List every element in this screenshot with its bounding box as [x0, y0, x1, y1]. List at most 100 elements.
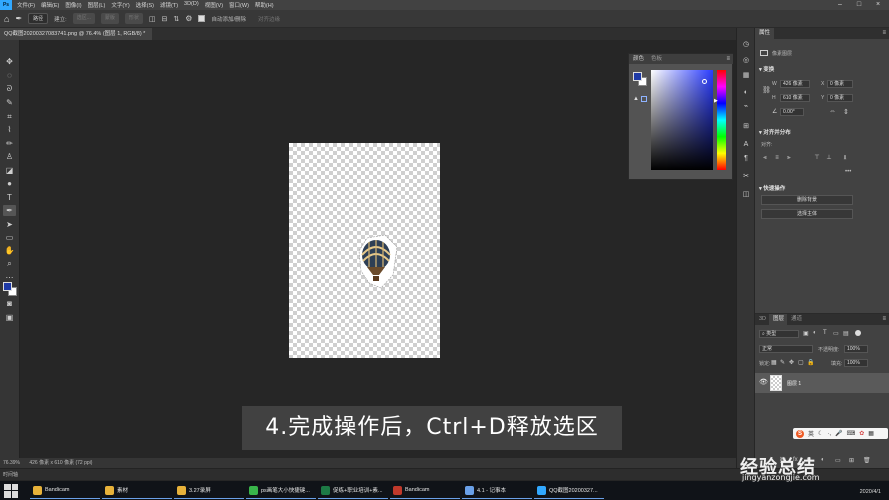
align-edges-label[interactable]: 对齐边缘	[258, 15, 280, 23]
menu-item[interactable]: 3D(D)	[181, 1, 202, 9]
menu-item[interactable]: 帮助(H)	[252, 1, 277, 9]
crop-tool-icon[interactable]: ⌗	[3, 111, 16, 122]
layer-name[interactable]: 图层 1	[787, 380, 801, 387]
filter-type-icon[interactable]: T	[823, 330, 827, 336]
home-icon[interactable]: ⌂	[4, 14, 9, 24]
type-tool-icon[interactable]: T	[3, 192, 16, 203]
zoom-tool-icon[interactable]: ⌕	[3, 258, 16, 269]
taskbar-item[interactable]: 素材	[102, 483, 172, 499]
adjustments-icon[interactable]: ◐	[740, 88, 752, 98]
swatches-icon[interactable]: ▦	[740, 71, 752, 81]
quick-select-tool-icon[interactable]: ✎	[3, 97, 16, 108]
menu-item[interactable]: 图像(I)	[62, 1, 84, 9]
tab-swatches[interactable]: 色板	[651, 54, 662, 64]
lock-artboard-icon[interactable]: ▢	[798, 359, 804, 366]
path-arrange-icon[interactable]: ⇅	[173, 15, 179, 23]
ime-skin-icon[interactable]: ✿	[859, 430, 864, 437]
start-button[interactable]	[4, 483, 18, 498]
path-ops-icon[interactable]: ◫	[149, 15, 156, 23]
color-picker-cursor[interactable]	[702, 79, 707, 84]
panel-menu-icon[interactable]: ≡	[882, 316, 886, 322]
close-icon[interactable]: ×	[871, 0, 885, 10]
eyedropper-tool-icon[interactable]: ⌇	[3, 124, 16, 135]
history-icon[interactable]: ◷	[740, 40, 752, 50]
move-tool-icon[interactable]: ✥	[3, 56, 16, 67]
panel-menu-icon[interactable]: ≡	[882, 30, 886, 36]
auto-add-delete-checkbox[interactable]	[198, 15, 206, 22]
pen-tool-active-icon[interactable]: ✒	[3, 205, 16, 216]
path-select-tool-icon[interactable]: ➤	[3, 219, 16, 230]
ime-mic-icon[interactable]: 🎤	[835, 430, 842, 437]
transform-section-title[interactable]: ▾ 变换	[759, 65, 774, 73]
quick-mask-icon[interactable]: ◙	[3, 298, 16, 309]
tab-color[interactable]: 颜色	[633, 54, 644, 64]
minimize-icon[interactable]: –	[833, 0, 847, 10]
height-field[interactable]: 610 像素	[780, 94, 810, 102]
filter-toggle[interactable]	[855, 330, 861, 336]
align-bottom-icon[interactable]: ⫫	[841, 154, 849, 162]
taskbar-item[interactable]: Bandicam	[390, 483, 460, 499]
menu-item[interactable]: 选择(S)	[133, 1, 157, 9]
filter-pixel-icon[interactable]: ▣	[803, 330, 809, 337]
lock-transparent-icon[interactable]: ▦	[771, 359, 777, 366]
selection-button[interactable]: 选区...	[72, 13, 95, 24]
filter-adjust-icon[interactable]: ◐	[813, 330, 817, 336]
panel-menu-icon[interactable]: ≡	[726, 54, 730, 64]
lock-pixels-icon[interactable]: ✎	[780, 359, 785, 366]
opacity-field[interactable]: 100%	[844, 345, 868, 353]
ime-punct-icon[interactable]: ·,	[827, 431, 831, 437]
align-top-icon[interactable]: ⊤	[813, 154, 821, 162]
menu-item[interactable]: 文字(Y)	[108, 1, 132, 9]
path-mode-select[interactable]: 路径	[28, 13, 49, 24]
layer-row[interactable]: 👁 图层 1	[755, 373, 889, 393]
menu-item[interactable]: 滤镜(T)	[157, 1, 181, 9]
menu-item[interactable]: 窗口(W)	[226, 1, 252, 9]
document-canvas[interactable]	[289, 143, 440, 358]
filter-smart-icon[interactable]: ▤	[843, 330, 849, 337]
ps-logo-icon[interactable]: Ps	[0, 0, 12, 10]
align-section-title[interactable]: ▾ 对齐并分布	[759, 128, 791, 136]
ime-moon-icon[interactable]: ☾	[818, 430, 823, 437]
pen-tool-icon[interactable]: ✒	[15, 14, 22, 23]
y-field[interactable]: 0 像素	[827, 94, 853, 102]
taskbar-date[interactable]: 2020/4/1	[860, 489, 881, 495]
ime-keyboard-icon[interactable]: ⌨	[847, 430, 856, 437]
tools-preset-icon[interactable]: ✂	[740, 172, 752, 182]
layer-filter-select[interactable]: ⌕ 类型	[759, 330, 799, 338]
lock-all-icon[interactable]: 🔒	[807, 359, 814, 366]
menu-item[interactable]: 视图(V)	[202, 1, 226, 9]
screen-mode-icon[interactable]: ▣	[3, 312, 16, 323]
remove-background-button[interactable]: 删除背景	[761, 195, 853, 205]
document-tab[interactable]: QQ截图20200327083741.png @ 76.4% (图层 1, RG…	[0, 28, 152, 40]
select-subject-button[interactable]: 选择主体	[761, 209, 853, 219]
settings-gear-icon[interactable]: ⚙	[185, 14, 192, 23]
sogou-logo-icon[interactable]: S	[796, 429, 804, 438]
taskbar-item[interactable]: 促练+职业培训+素...	[318, 483, 388, 499]
layer-comps-icon[interactable]: ◫	[740, 190, 752, 200]
angle-field[interactable]: 0.00°	[780, 108, 804, 116]
path-align-icon[interactable]: ⊟	[162, 15, 168, 23]
align-left-icon[interactable]: ⫷	[761, 154, 769, 162]
width-field[interactable]: 426 像素	[780, 80, 810, 88]
timeline-title[interactable]: 时间轴	[3, 472, 18, 478]
tab-layers[interactable]: 图层	[769, 314, 789, 325]
color-saturation-field[interactable]	[651, 70, 713, 170]
taskbar-item[interactable]: 4.1 - 记事本	[462, 483, 532, 499]
align-vcenter-icon[interactable]: ⊥	[825, 154, 833, 162]
mask-button[interactable]: 蒙版	[100, 13, 119, 24]
brush-tool-icon[interactable]: ✏	[3, 138, 16, 149]
fill-field[interactable]: 100%	[844, 359, 868, 367]
align-right-icon[interactable]: ⫸	[785, 154, 793, 162]
lock-position-icon[interactable]: ✥	[789, 359, 794, 366]
more-options-icon[interactable]: •••	[845, 169, 851, 175]
tab-channels[interactable]: 通道	[787, 314, 807, 325]
quick-actions-section-title[interactable]: ▾ 快速操作	[759, 184, 785, 192]
align-hcenter-icon[interactable]: ≡	[773, 154, 781, 162]
visibility-eye-icon[interactable]: 👁	[759, 378, 768, 386]
flip-horizontal-icon[interactable]: ⇔	[829, 108, 836, 115]
taskbar-item[interactable]: Bandicam	[30, 483, 100, 499]
zoom-level[interactable]: 76.39%	[3, 460, 20, 466]
hue-slider-handle[interactable]: ▶	[714, 98, 718, 104]
flip-vertical-icon[interactable]: ⇕	[843, 108, 849, 116]
lasso-tool-icon[interactable]: ᘐ	[3, 83, 16, 94]
